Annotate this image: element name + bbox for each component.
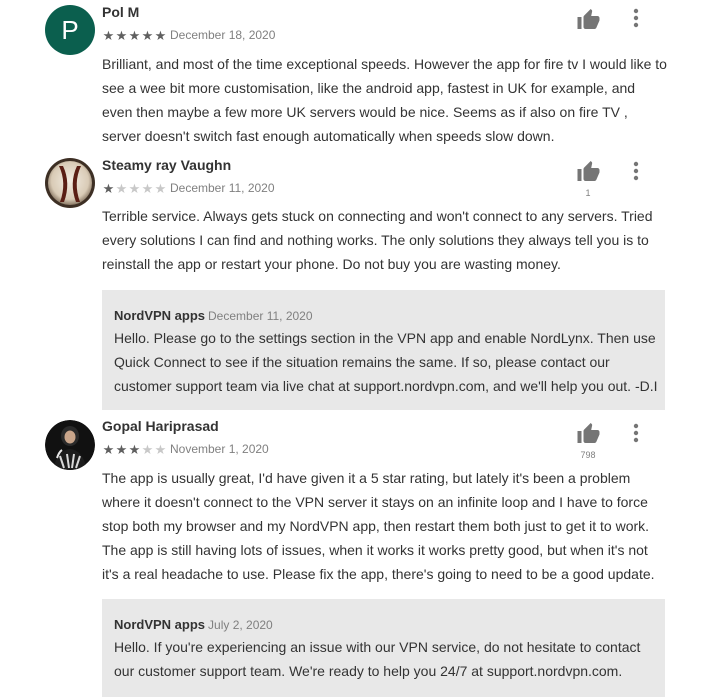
reply-text: Hello. If you're experiencing an issue w…: [114, 639, 641, 679]
star-icon: ★: [115, 441, 128, 457]
more-vert-icon[interactable]: [626, 6, 646, 30]
star-icon: ★: [102, 27, 115, 43]
reply-author: NordVPN apps: [114, 308, 206, 323]
thumb-up-icon[interactable]: [576, 160, 601, 184]
star-icon: ★: [102, 441, 115, 457]
review-author[interactable]: Pol M: [102, 4, 139, 20]
thumb-up-icon[interactable]: [576, 422, 601, 446]
review-item: Steamy ray Vaughn ★ ★ ★ ★ ★ December 11,…: [0, 150, 712, 412]
review-item: Gopal Hariprasad ★ ★ ★ ★ ★ November 1, 2…: [0, 412, 712, 697]
star-icon: ★: [128, 180, 141, 196]
review-item: P Pol M ★ ★ ★ ★ ★ December 18, 2020 Bril…: [0, 0, 712, 150]
star-icon: ★: [128, 441, 141, 457]
helpful-count: 798: [580, 450, 596, 460]
review-date: December 11, 2020: [170, 181, 275, 195]
reply-text: Hello. Please go to the settings section…: [114, 330, 658, 394]
star-icon: ★: [128, 27, 141, 43]
helpful-count: 1: [585, 188, 591, 198]
star-icon: ★: [141, 27, 154, 43]
star-icon: ★: [141, 180, 154, 196]
review-author[interactable]: Gopal Hariprasad: [102, 418, 219, 434]
reply-date: December 11, 2020: [208, 309, 313, 323]
star-icon: ★: [154, 180, 167, 196]
reply-author: NordVPN apps: [114, 617, 206, 632]
developer-reply: NordVPN apps July 2, 2020 Hello. If you'r…: [102, 599, 665, 697]
review-text: Terrible service. Always gets stuck on c…: [102, 208, 653, 272]
avatar[interactable]: [45, 420, 95, 470]
star-rating: ★ ★ ★ ★ ★ December 18, 2020: [102, 27, 276, 43]
avatar[interactable]: P: [45, 5, 95, 55]
review-date: December 18, 2020: [170, 28, 276, 42]
star-rating: ★ ★ ★ ★ ★ November 1, 2020: [102, 442, 269, 456]
review-text: Brilliant, and most of the time exceptio…: [102, 56, 667, 144]
review-text: The app is usually great, I'd have given…: [102, 470, 655, 582]
star-icon: ★: [154, 441, 167, 457]
star-icon: ★: [115, 180, 128, 196]
thumb-up-icon[interactable]: [576, 8, 601, 32]
reply-header: NordVPN apps July 2, 2020: [114, 617, 273, 632]
star-icon: ★: [115, 27, 128, 43]
reply-date: July 2, 2020: [208, 618, 273, 632]
developer-reply: NordVPN apps December 11, 2020 Hello. Ple…: [102, 290, 665, 410]
avatar[interactable]: [45, 158, 95, 208]
star-rating: ★ ★ ★ ★ ★ December 11, 2020: [102, 181, 275, 195]
review-author[interactable]: Steamy ray Vaughn: [102, 157, 231, 173]
avatar-letter: P: [61, 14, 79, 45]
more-vert-icon[interactable]: [626, 421, 646, 445]
star-icon: ★: [102, 180, 115, 196]
star-icon: ★: [141, 441, 154, 457]
more-vert-icon[interactable]: [626, 159, 646, 183]
star-icon: ★: [154, 27, 167, 43]
review-date: November 1, 2020: [170, 442, 269, 456]
reply-header: NordVPN apps December 11, 2020: [114, 308, 313, 323]
